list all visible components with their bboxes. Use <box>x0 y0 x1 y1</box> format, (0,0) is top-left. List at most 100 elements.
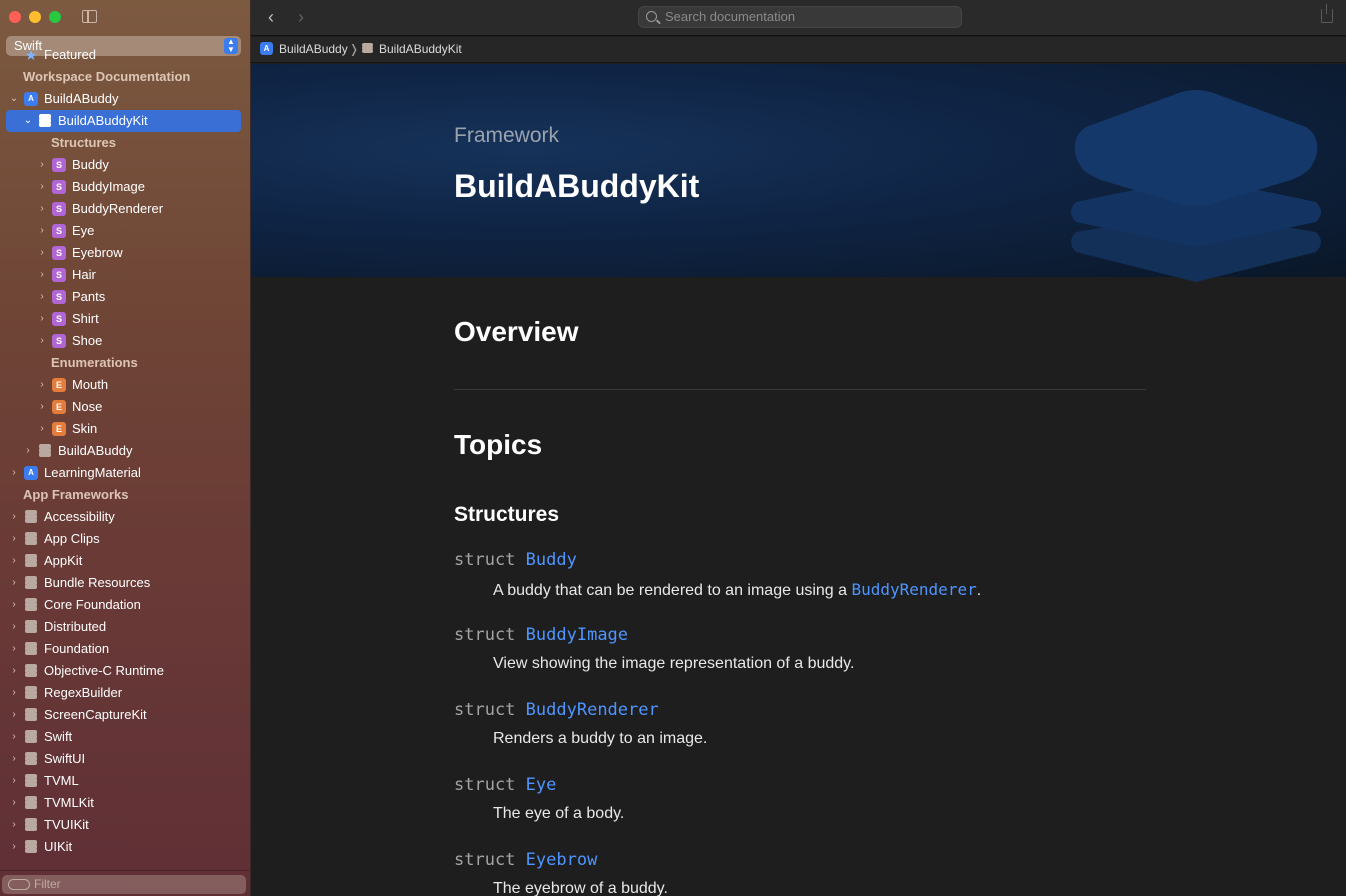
sidebar-item-buddyimage[interactable]: › S BuddyImage <box>0 176 250 198</box>
symbol-link-buddy[interactable]: Buddy <box>526 550 577 570</box>
symbol-link-eyebrow[interactable]: Eyebrow <box>526 850 598 870</box>
sidebar-item-eyebrow[interactable]: › S Eyebrow <box>0 242 250 264</box>
sidebar-item-hair[interactable]: › S Hair <box>0 264 250 286</box>
minimize-window-button[interactable] <box>29 11 41 23</box>
sidebar: Swift ▲ ▼ ★ Featured Workspace Documentat… <box>0 0 251 896</box>
sidebar-item-uikit[interactable]: › UIKit <box>0 836 250 858</box>
section-divider <box>454 389 1146 390</box>
zoom-window-button[interactable] <box>49 11 61 23</box>
chevron-right-icon[interactable]: › <box>37 176 47 198</box>
sidebar-item-buildabuddykit[interactable]: ⌄ BuildABuddyKit <box>6 110 241 132</box>
chevron-right-icon[interactable]: › <box>9 792 19 814</box>
back-button[interactable]: ‹ <box>268 7 274 28</box>
sidebar-item-appkit[interactable]: › AppKit <box>0 550 250 572</box>
framework-icon <box>24 598 38 612</box>
chevron-right-icon[interactable]: › <box>9 704 19 726</box>
sidebar-item-tvmlkit[interactable]: › TVMLKit <box>0 792 250 814</box>
sidebar-item-foundation[interactable]: › Foundation <box>0 638 250 660</box>
section-header-app-frameworks: App Frameworks <box>23 487 129 502</box>
chevron-right-icon[interactable]: › <box>23 440 33 462</box>
sidebar-item-distributed[interactable]: › Distributed <box>0 616 250 638</box>
section-header-workspace: Workspace Documentation <box>23 69 191 84</box>
overview-heading: Overview <box>454 316 579 347</box>
sidebar-item-nose[interactable]: › E Nose <box>0 396 250 418</box>
chevron-right-icon[interactable]: › <box>9 836 19 858</box>
chevron-right-icon[interactable]: › <box>9 660 19 682</box>
sidebar-item-objc-runtime[interactable]: › Objective-C Runtime <box>0 660 250 682</box>
chevron-right-icon[interactable]: › <box>9 550 19 572</box>
struct-icon: S <box>52 224 66 238</box>
framework-icon <box>24 620 38 634</box>
sidebar-item-shirt[interactable]: › S Shirt <box>0 308 250 330</box>
sidebar-item-buddyrenderer[interactable]: › S BuddyRenderer <box>0 198 250 220</box>
chevron-right-icon[interactable]: › <box>9 748 19 770</box>
chevron-right-icon[interactable]: › <box>37 374 47 396</box>
sidebar-item-buildabuddy[interactable]: ⌄ A BuildABuddy <box>0 88 250 110</box>
sidebar-item-pants[interactable]: › S Pants <box>0 286 250 308</box>
sidebar-item-learningmaterial[interactable]: › A LearningMaterial <box>0 462 250 484</box>
chevron-right-icon[interactable]: › <box>37 286 47 308</box>
window-controls <box>9 11 61 23</box>
chevron-right-icon[interactable]: › <box>37 264 47 286</box>
sidebar-item-shoe[interactable]: › S Shoe <box>0 330 250 352</box>
share-icon[interactable] <box>1321 4 1333 23</box>
sidebar-divider <box>0 870 250 871</box>
framework-icon <box>24 510 38 524</box>
sidebar-item-featured[interactable]: ★ Featured <box>0 44 250 66</box>
chevron-down-icon[interactable]: ⌄ <box>23 110 33 132</box>
chevron-right-icon[interactable]: › <box>9 462 19 484</box>
sidebar-item-tvuikit[interactable]: › TVUIKit <box>0 814 250 836</box>
framework-icon <box>24 774 38 788</box>
chevron-right-icon[interactable]: › <box>37 154 47 176</box>
chevron-right-icon[interactable]: › <box>9 638 19 660</box>
sidebar-item-buddy[interactable]: › S Buddy <box>0 154 250 176</box>
chevron-right-icon[interactable]: › <box>37 220 47 242</box>
sidebar-item-regexbuilder[interactable]: › RegexBuilder <box>0 682 250 704</box>
filter-field[interactable]: Filter <box>2 875 246 894</box>
chevron-right-icon[interactable]: › <box>37 308 47 330</box>
chevron-right-icon[interactable]: › <box>9 726 19 748</box>
chevron-right-icon[interactable]: › <box>9 572 19 594</box>
inline-code-link[interactable]: BuddyRenderer <box>851 580 976 599</box>
chevron-right-icon[interactable]: › <box>9 528 19 550</box>
symbol-buddyimage: struct BuddyImage <box>454 625 629 645</box>
search-input[interactable]: Search documentation <box>638 6 962 28</box>
close-window-button[interactable] <box>9 11 21 23</box>
documentation-content: Framework BuildABuddyKit Overview Topics… <box>251 64 1346 896</box>
chevron-right-icon[interactable]: › <box>37 418 47 440</box>
symbol-link-buddyimage[interactable]: BuddyImage <box>526 625 628 645</box>
framework-icon <box>24 752 38 766</box>
forward-button[interactable]: › <box>298 7 304 28</box>
app-icon: A <box>24 92 38 106</box>
symbol-link-eye[interactable]: Eye <box>526 775 557 795</box>
sidebar-item-eye[interactable]: › S Eye <box>0 220 250 242</box>
star-icon: ★ <box>24 47 38 63</box>
sidebar-item-buildabuddy-module[interactable]: › BuildABuddy <box>0 440 250 462</box>
chevron-right-icon[interactable]: › <box>37 198 47 220</box>
sidebar-item-swift[interactable]: › Swift <box>0 726 250 748</box>
sidebar-item-screencapturekit[interactable]: › ScreenCaptureKit <box>0 704 250 726</box>
sidebar-item-core-foundation[interactable]: › Core Foundation <box>0 594 250 616</box>
struct-icon: S <box>52 290 66 304</box>
sidebar-item-swiftui[interactable]: › SwiftUI <box>0 748 250 770</box>
sidebar-item-app-clips[interactable]: › App Clips <box>0 528 250 550</box>
chevron-right-icon[interactable]: › <box>37 396 47 418</box>
chevron-down-icon[interactable]: ⌄ <box>9 88 19 110</box>
symbol-link-buddyrenderer[interactable]: BuddyRenderer <box>526 700 659 720</box>
chevron-right-icon[interactable]: › <box>9 506 19 528</box>
chevron-right-icon[interactable]: › <box>37 330 47 352</box>
chevron-right-icon[interactable]: › <box>37 242 47 264</box>
page-title: BuildABuddyKit <box>454 168 700 204</box>
sidebar-item-mouth[interactable]: › E Mouth <box>0 374 250 396</box>
app-icon: A <box>24 466 38 480</box>
chevron-right-icon[interactable]: › <box>9 770 19 792</box>
sidebar-item-accessibility[interactable]: › Accessibility <box>0 506 250 528</box>
chevron-right-icon[interactable]: › <box>9 594 19 616</box>
chevron-right-icon[interactable]: › <box>9 682 19 704</box>
sidebar-item-skin[interactable]: › E Skin <box>0 418 250 440</box>
sidebar-item-tvml[interactable]: › TVML <box>0 770 250 792</box>
chevron-right-icon[interactable]: › <box>9 616 19 638</box>
sidebar-item-bundle-resources[interactable]: › Bundle Resources <box>0 572 250 594</box>
sidebar-toggle-icon[interactable] <box>82 10 97 23</box>
chevron-right-icon[interactable]: › <box>9 814 19 836</box>
